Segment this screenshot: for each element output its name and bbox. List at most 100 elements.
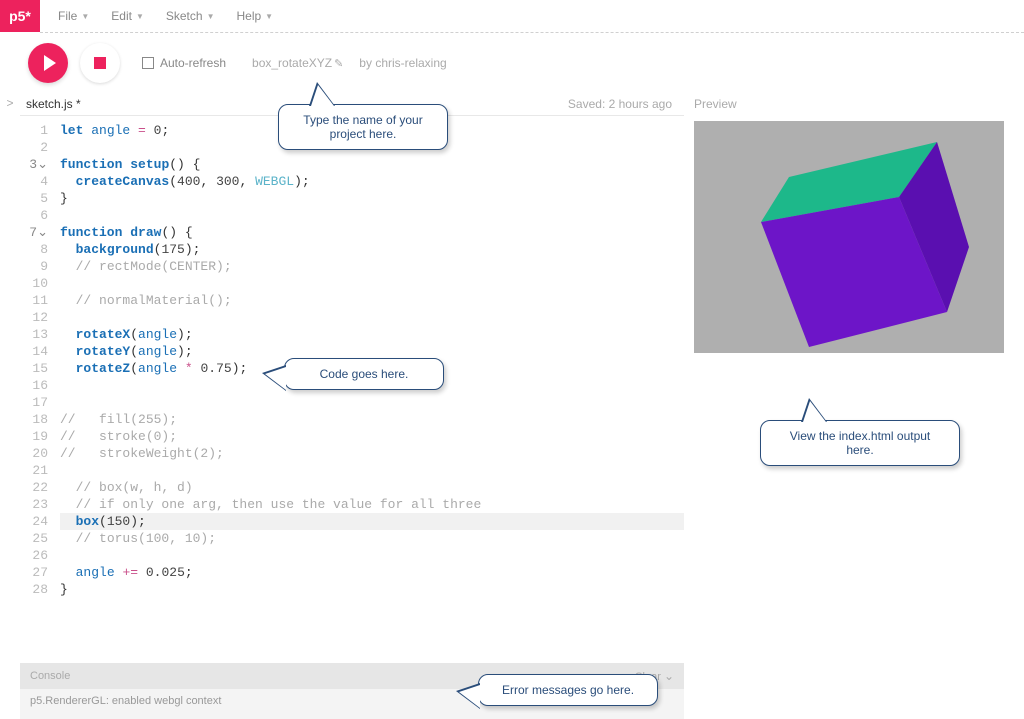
main-menu: File▼ Edit▼ Sketch▼ Help▼ <box>58 9 273 23</box>
code-line[interactable]: // fill(255); <box>60 411 684 428</box>
project-name-text: box_rotateXYZ <box>252 56 332 70</box>
chevron-down-icon: ⌄ <box>664 669 674 683</box>
line-number: 3⌄ <box>20 156 48 173</box>
editor-panel: sketch.js * Saved: 2 hours ago 123⌄4567⌄… <box>20 93 684 719</box>
line-number: 5 <box>20 190 48 207</box>
line-number: 16 <box>20 377 48 394</box>
cube-render <box>719 122 979 352</box>
menu-edit[interactable]: Edit▼ <box>111 9 144 23</box>
line-number: 14 <box>20 343 48 360</box>
line-number: 26 <box>20 547 48 564</box>
pencil-icon: ✎ <box>334 58 343 70</box>
code-line[interactable]: } <box>60 581 684 598</box>
autorefresh-label: Auto-refresh <box>160 56 226 70</box>
tab-sketch-js[interactable]: sketch.js * <box>26 97 81 111</box>
project-name[interactable]: box_rotateXYZ✎ <box>252 56 343 70</box>
line-number: 22 <box>20 479 48 496</box>
callout-code: Code goes here. <box>284 358 444 390</box>
line-number: 27 <box>20 564 48 581</box>
line-number: 12 <box>20 309 48 326</box>
callout-project-name: Type the name of your project here. <box>278 104 448 150</box>
line-number: 2 <box>20 139 48 156</box>
line-number: 8 <box>20 241 48 258</box>
code-line[interactable] <box>60 309 684 326</box>
line-number: 7⌄ <box>20 224 48 241</box>
code-line[interactable] <box>60 394 684 411</box>
play-button[interactable] <box>28 43 68 83</box>
menu-file[interactable]: File▼ <box>58 9 89 23</box>
code-line[interactable]: rotateX(angle); <box>60 326 684 343</box>
main-area: > sketch.js * Saved: 2 hours ago 123⌄456… <box>0 93 1024 719</box>
line-number: 23 <box>20 496 48 513</box>
p5-logo[interactable]: p5* <box>0 0 40 32</box>
play-icon <box>44 55 56 71</box>
stop-button[interactable] <box>80 43 120 83</box>
code-line[interactable]: // stroke(0); <box>60 428 684 445</box>
callout-text: Error messages go here. <box>502 683 634 697</box>
line-number: 28 <box>20 581 48 598</box>
author: by chris-relaxing <box>359 56 446 70</box>
menu-help[interactable]: Help ▼ <box>236 9 273 23</box>
callout-tail-icon <box>801 398 827 422</box>
toolbar: Auto-refresh box_rotateXYZ✎ by chris-rel… <box>0 33 1024 93</box>
code-line[interactable]: background(175); <box>60 241 684 258</box>
tab-label: sketch.js <box>26 97 73 111</box>
callout-console: Error messages go here. <box>478 674 658 706</box>
author-prefix: by <box>359 56 372 70</box>
line-number: 18 <box>20 411 48 428</box>
console-title: Console <box>30 670 70 682</box>
top-menu-bar: p5* File▼ Edit▼ Sketch▼ Help▼ <box>0 0 1024 32</box>
line-number: 17 <box>20 394 48 411</box>
code-line[interactable]: angle += 0.025; <box>60 564 684 581</box>
callout-tail-icon <box>262 365 286 391</box>
chevron-down-icon: ▼ <box>81 12 89 21</box>
preview-panel: Preview <box>684 93 1024 719</box>
line-number: 4 <box>20 173 48 190</box>
menu-sketch-label: Sketch <box>166 9 203 23</box>
line-number: 15 <box>20 360 48 377</box>
saved-status: Saved: 2 hours ago <box>568 97 684 111</box>
menu-sketch[interactable]: Sketch▼ <box>166 9 215 23</box>
line-number: 9 <box>20 258 48 275</box>
modified-marker: * <box>76 97 81 111</box>
chevron-down-icon: ▼ <box>265 12 273 21</box>
line-number: 20 <box>20 445 48 462</box>
callout-preview: View the index.html output here. <box>760 420 960 466</box>
chevron-down-icon: ▼ <box>136 12 144 21</box>
code-line[interactable] <box>60 462 684 479</box>
code-line[interactable]: // rectMode(CENTER); <box>60 258 684 275</box>
code-line[interactable]: } <box>60 190 684 207</box>
callout-tail-icon <box>309 82 335 106</box>
author-name: chris-relaxing <box>375 56 446 70</box>
stop-icon <box>94 57 106 69</box>
code-line[interactable]: createCanvas(400, 300, WEBGL); <box>60 173 684 190</box>
line-gutter: 123⌄4567⌄8910111213141516171819202122232… <box>20 116 54 663</box>
code-line[interactable] <box>60 275 684 292</box>
line-number: 10 <box>20 275 48 292</box>
line-number: 25 <box>20 530 48 547</box>
code-line[interactable]: function draw() { <box>60 224 684 241</box>
code-line[interactable]: function setup() { <box>60 156 684 173</box>
sidebar-toggle[interactable]: > <box>0 93 20 719</box>
code-line[interactable]: // box(w, h, d) <box>60 479 684 496</box>
line-number: 24 <box>20 513 48 530</box>
line-number: 11 <box>20 292 48 309</box>
code-line[interactable] <box>60 207 684 224</box>
line-number: 13 <box>20 326 48 343</box>
code-line[interactable]: // normalMaterial(); <box>60 292 684 309</box>
callout-text: View the index.html output here. <box>790 429 931 457</box>
code-line[interactable] <box>60 547 684 564</box>
code-line[interactable]: // strokeWeight(2); <box>60 445 684 462</box>
menu-help-label: Help <box>236 9 261 23</box>
chevron-right-icon: > <box>6 96 13 110</box>
callout-tail-icon <box>456 683 480 709</box>
callout-text: Type the name of your project here. <box>303 113 422 141</box>
line-number: 6 <box>20 207 48 224</box>
code-line[interactable]: // if only one arg, then use the value f… <box>60 496 684 513</box>
callout-text: Code goes here. <box>320 367 409 381</box>
autorefresh-toggle[interactable]: Auto-refresh <box>142 56 226 70</box>
code-line[interactable]: // torus(100, 10); <box>60 530 684 547</box>
preview-canvas <box>694 121 1004 353</box>
line-number: 1 <box>20 122 48 139</box>
code-line[interactable]: box(150); <box>60 513 684 530</box>
